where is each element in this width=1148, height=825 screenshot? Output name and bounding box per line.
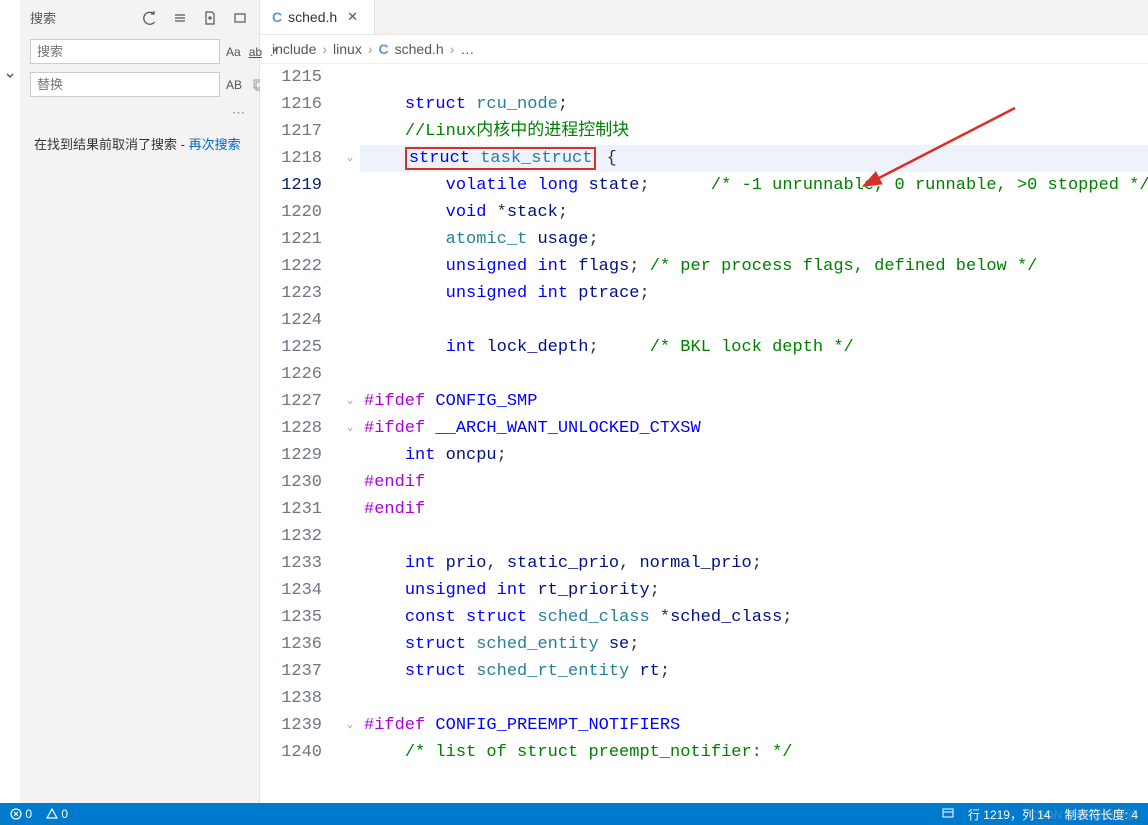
fold-toggle[interactable]: ⌄ — [340, 145, 360, 172]
fold-toggle[interactable] — [340, 442, 360, 469]
fold-toggle[interactable] — [340, 64, 360, 91]
match-case-toggle[interactable]: Aa — [226, 45, 241, 59]
fold-toggle[interactable] — [340, 685, 360, 712]
code-line[interactable]: int oncpu; — [360, 442, 1148, 469]
code-line[interactable]: #ifdef __ARCH_WANT_UNLOCKED_CTXSW — [360, 415, 1148, 442]
collapse-icon[interactable] — [231, 9, 249, 27]
fold-toggle[interactable] — [340, 199, 360, 226]
fold-toggle[interactable] — [340, 496, 360, 523]
c-file-icon: C — [272, 9, 282, 25]
tab-label: sched.h — [288, 9, 337, 25]
code-line[interactable]: struct sched_rt_entity rt; — [360, 658, 1148, 685]
code-line[interactable] — [360, 523, 1148, 550]
panel-collapse[interactable] — [0, 0, 20, 803]
preserve-case-toggle[interactable]: AB — [226, 78, 242, 92]
code-line[interactable]: unsigned int ptrace; — [360, 280, 1148, 307]
layout-icon[interactable] — [942, 807, 954, 822]
code-line[interactable]: #endif — [360, 469, 1148, 496]
code-line[interactable]: atomic_t usage; — [360, 226, 1148, 253]
code-line[interactable] — [360, 64, 1148, 91]
close-icon[interactable]: ✕ — [343, 9, 362, 25]
fold-toggle[interactable] — [340, 91, 360, 118]
code-line[interactable]: unsigned int flags; /* per process flags… — [360, 253, 1148, 280]
fold-toggle[interactable]: ⌄ — [340, 415, 360, 442]
fold-toggle[interactable] — [340, 523, 360, 550]
status-bar: 0 0 行 1219，列 14 制表符长度: 4 CSDN @脱缰的野驴 — [0, 803, 1148, 825]
fold-toggle[interactable] — [340, 631, 360, 658]
code-line[interactable] — [360, 361, 1148, 388]
refresh-icon[interactable] — [141, 9, 159, 27]
code-line[interactable]: const struct sched_class *sched_class; — [360, 604, 1148, 631]
code-line[interactable]: unsigned int rt_priority; — [360, 577, 1148, 604]
fold-toggle[interactable] — [340, 253, 360, 280]
fold-toggle[interactable]: ⌄ — [340, 388, 360, 415]
search-status-message: 在找到结果前取消了搜索 - 再次搜索 — [20, 125, 259, 166]
errors-count[interactable]: 0 — [10, 807, 32, 821]
code-line[interactable] — [360, 685, 1148, 712]
search-panel: 搜索 Aa ab .* AB ⋯ 在找到结果前取消了搜 — [20, 0, 260, 803]
fold-toggle[interactable] — [340, 739, 360, 766]
code-line[interactable]: #endif — [360, 496, 1148, 523]
breadcrumb[interactable]: include› linux› C sched.h› … — [260, 35, 1148, 64]
annotation-arrow — [855, 98, 1035, 198]
code-line[interactable]: #ifdef CONFIG_PREEMPT_NOTIFIERS — [360, 712, 1148, 739]
search-input[interactable] — [30, 39, 220, 64]
code-line[interactable]: struct sched_entity se; — [360, 631, 1148, 658]
search-again-link[interactable]: 再次搜索 — [189, 137, 241, 152]
code-line[interactable]: int prio, static_prio, normal_prio; — [360, 550, 1148, 577]
code-line[interactable]: /* list of struct preempt_notifier: */ — [360, 739, 1148, 766]
code-line[interactable] — [360, 307, 1148, 334]
fold-toggle[interactable]: ⌄ — [340, 712, 360, 739]
fold-toggle[interactable] — [340, 307, 360, 334]
fold-toggle[interactable] — [340, 469, 360, 496]
fold-toggle[interactable] — [340, 604, 360, 631]
fold-toggle[interactable] — [340, 280, 360, 307]
warnings-count[interactable]: 0 — [46, 807, 68, 821]
editor: C sched.h ✕ include› linux› C sched.h› …… — [260, 0, 1148, 803]
panel-title: 搜索 — [30, 8, 131, 27]
fold-toggle[interactable] — [340, 658, 360, 685]
code-line[interactable]: void *stack; — [360, 199, 1148, 226]
new-file-icon[interactable] — [201, 9, 219, 27]
fold-toggle[interactable] — [340, 577, 360, 604]
replace-input[interactable] — [30, 72, 220, 97]
watermark: CSDN @脱缰的野驴 — [1028, 806, 1138, 823]
fold-toggle[interactable] — [340, 172, 360, 199]
clear-icon[interactable] — [171, 9, 189, 27]
fold-toggle[interactable] — [340, 550, 360, 577]
fold-toggle[interactable] — [340, 226, 360, 253]
fold-toggle[interactable] — [340, 334, 360, 361]
code-line[interactable]: #ifdef CONFIG_SMP — [360, 388, 1148, 415]
code-line[interactable]: int lock_depth; /* BKL lock depth */ — [360, 334, 1148, 361]
fold-toggle[interactable] — [340, 361, 360, 388]
tab-bar: C sched.h ✕ — [260, 0, 1148, 35]
tab-sched-h[interactable]: C sched.h ✕ — [260, 0, 375, 34]
fold-toggle[interactable] — [340, 118, 360, 145]
